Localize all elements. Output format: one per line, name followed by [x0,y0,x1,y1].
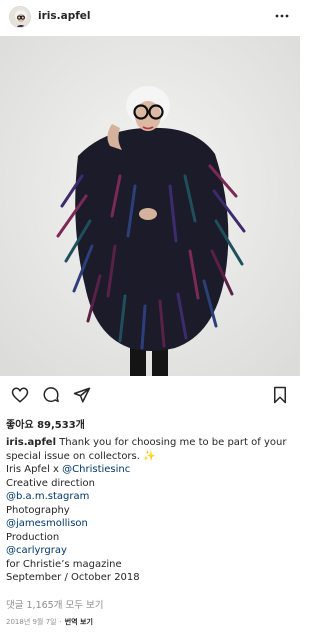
post-caption: iris.apfel Thank you for choosing me to … [6,436,294,585]
mention-carlyrgray[interactable]: @carlyrgray [6,544,294,558]
post-header: iris.apfel [0,0,300,36]
paper-plane-icon[interactable] [73,386,91,404]
view-all-comments-link[interactable]: 댓글 1,165개 모두 보기 [6,597,103,611]
caption-username[interactable]: iris.apfel [6,437,56,448]
heart-outline-icon[interactable] [11,386,29,404]
caption-creative-direction-label: Creative direction [6,477,95,489]
mention-bam-stagram[interactable]: @b.a.m.stagram [6,490,294,504]
separator-dot: · [59,618,62,626]
ellipsis-icon[interactable] [274,10,290,22]
caption-issue: September / October 2018 [6,572,140,583]
avatar[interactable] [9,6,31,28]
post-timestamp-row: 2018년 9월 7일 · 번역 보기 [6,617,93,627]
post-photo[interactable] [0,36,300,376]
action-bar [0,382,300,408]
bookmark-outline-icon[interactable] [271,386,289,404]
post-username[interactable]: iris.apfel [38,10,91,22]
comment-bubble-icon[interactable] [42,386,60,404]
sparkle-emoji: ✨ [143,450,156,462]
mention-christiesinc[interactable]: @Christiesinc [62,464,130,475]
post-date: 2018년 9월 7일 [6,618,57,626]
mention-jamesmollison[interactable]: @jamesmollison [6,517,294,531]
caption-production-label: Production [6,531,60,543]
feather-coat-portrait [0,36,300,376]
see-translation-link[interactable]: 번역 보기 [65,618,93,626]
like-count[interactable]: 좋아요 89,533개 [6,416,85,431]
caption-credit-prefix: Iris Apfel x [6,464,63,475]
caption-magazine: for Christie’s magazine [6,558,122,570]
caption-intro-line: iris.apfel Thank you for choosing me to … [6,436,294,463]
avatar-image [10,7,30,27]
caption-credit-line: Iris Apfel x @Christiesinc [6,463,294,477]
instagram-post: iris.apfel 좋아요 89,533개 iris.apfel Thank … [0,0,300,643]
caption-photography-label: Photography [6,504,70,516]
